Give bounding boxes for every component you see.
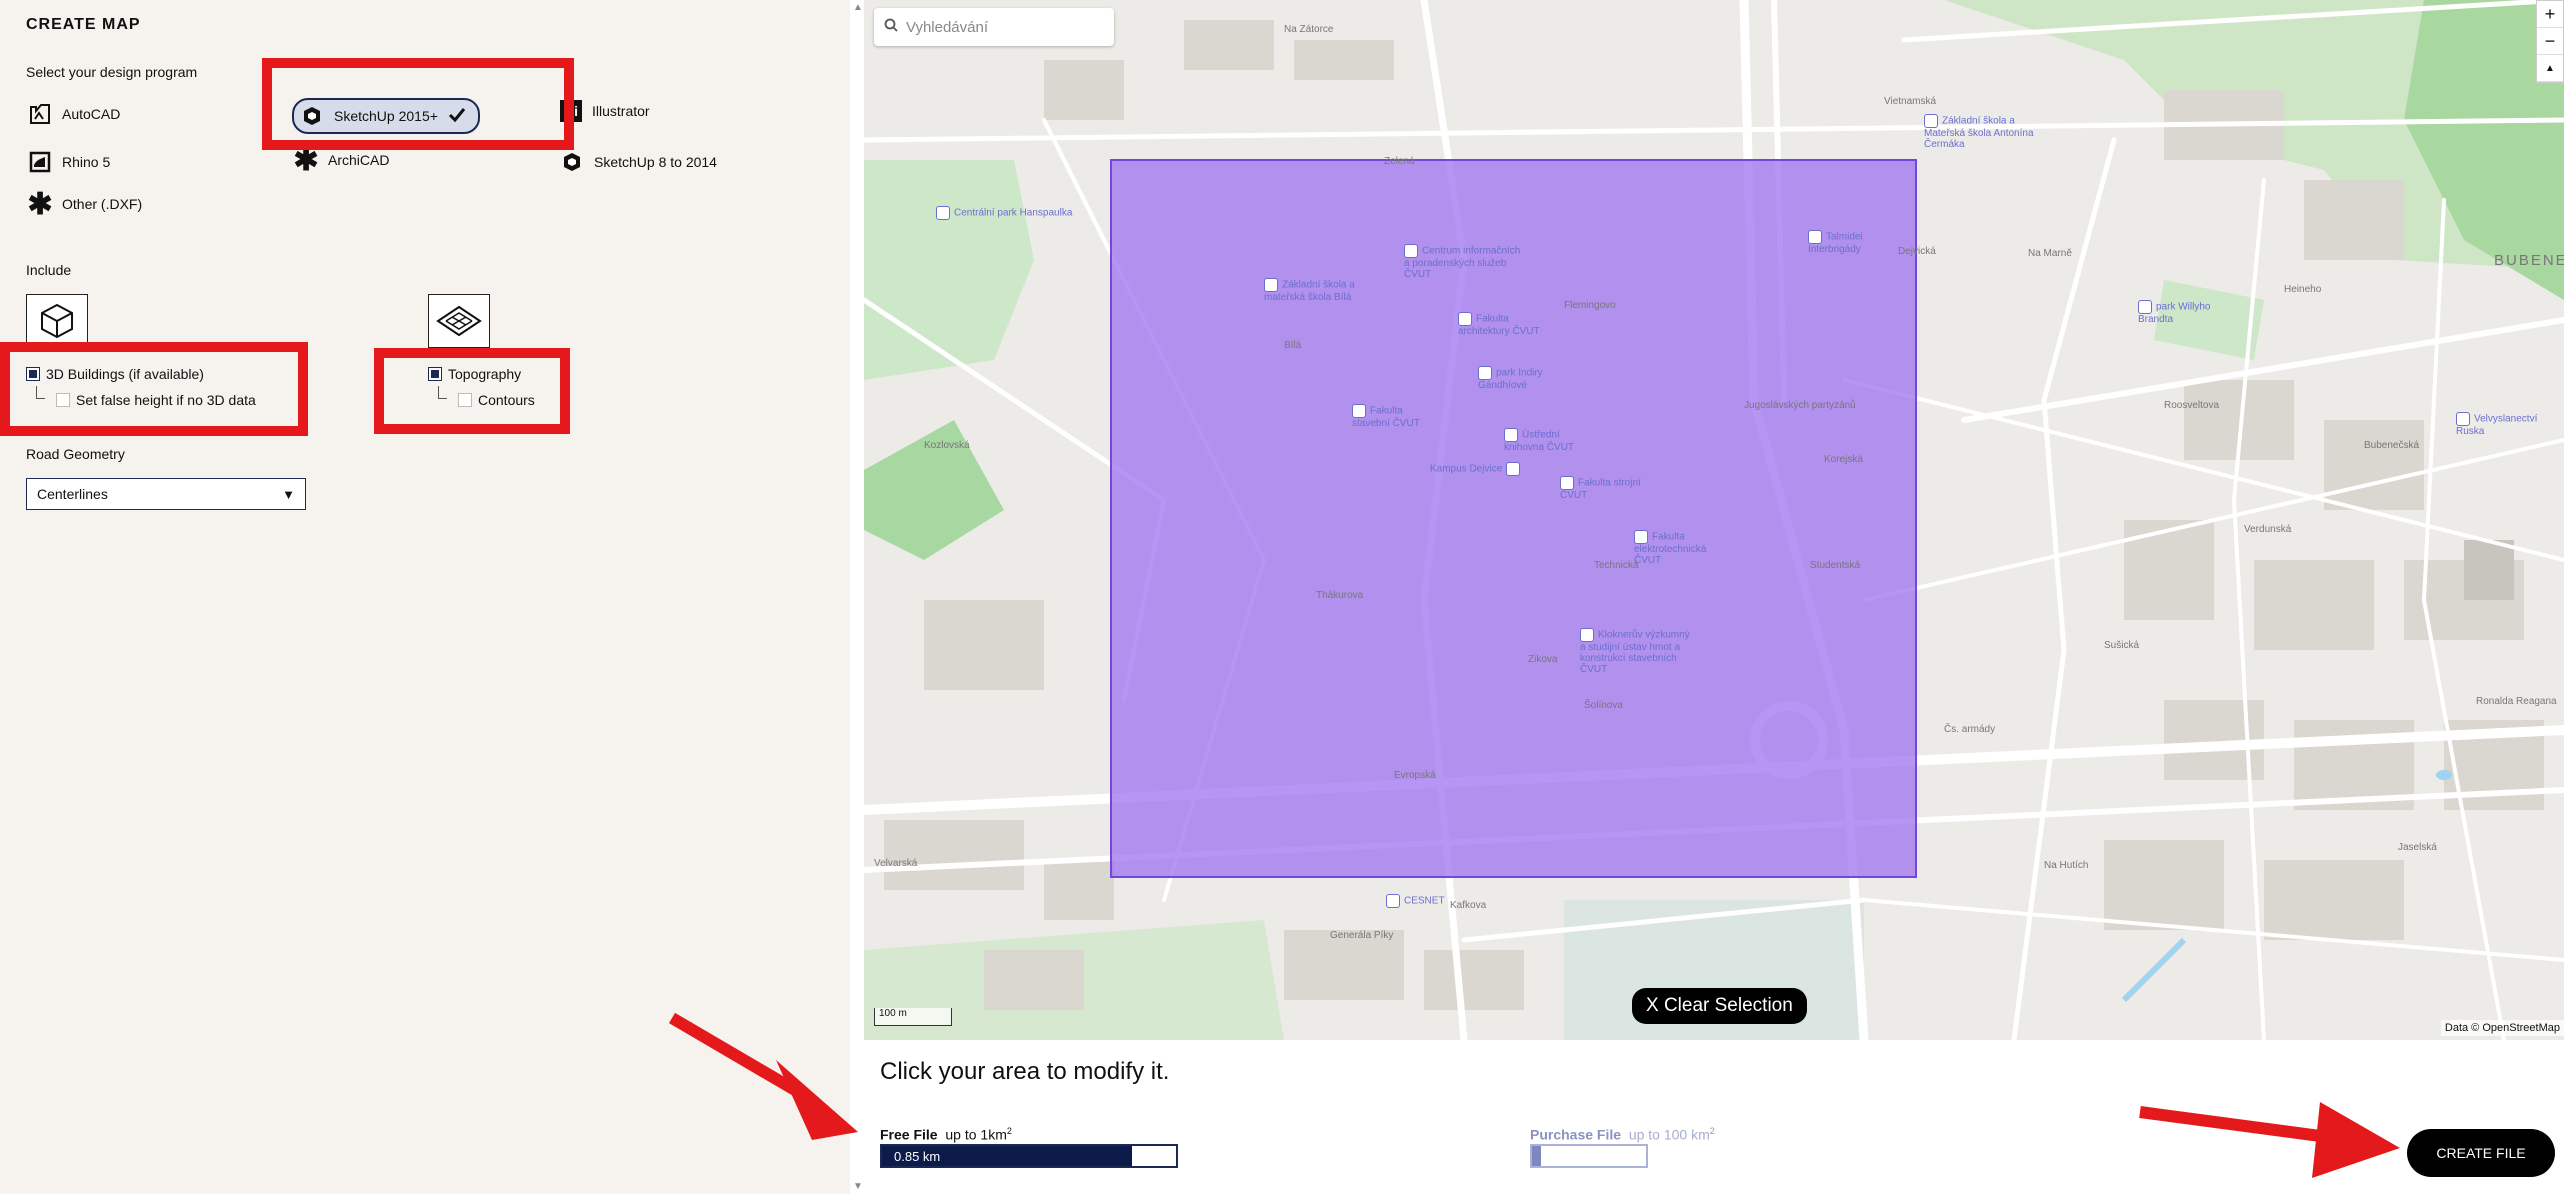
red-arrow-icon: [668, 1012, 858, 1140]
red-arrow-icon: [2139, 1102, 2400, 1178]
red-arrows-overlay: [668, 1012, 2400, 1178]
